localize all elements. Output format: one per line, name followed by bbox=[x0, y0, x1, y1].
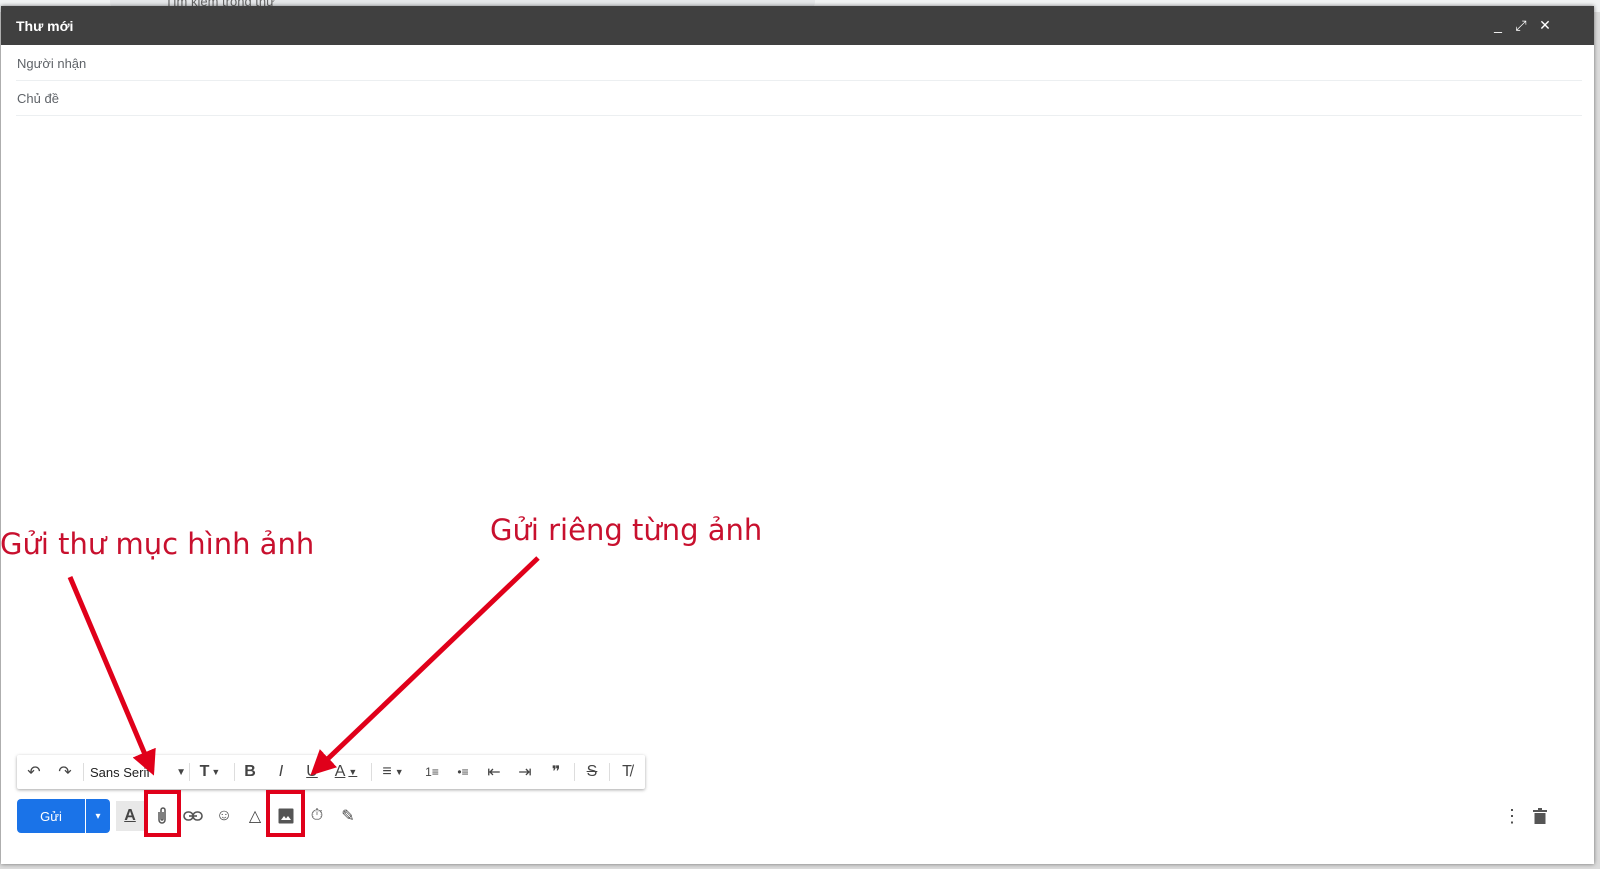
arrow-to-photo bbox=[310, 556, 540, 776]
arrow-to-attach bbox=[67, 576, 156, 776]
annotation-arrows bbox=[67, 556, 540, 776]
